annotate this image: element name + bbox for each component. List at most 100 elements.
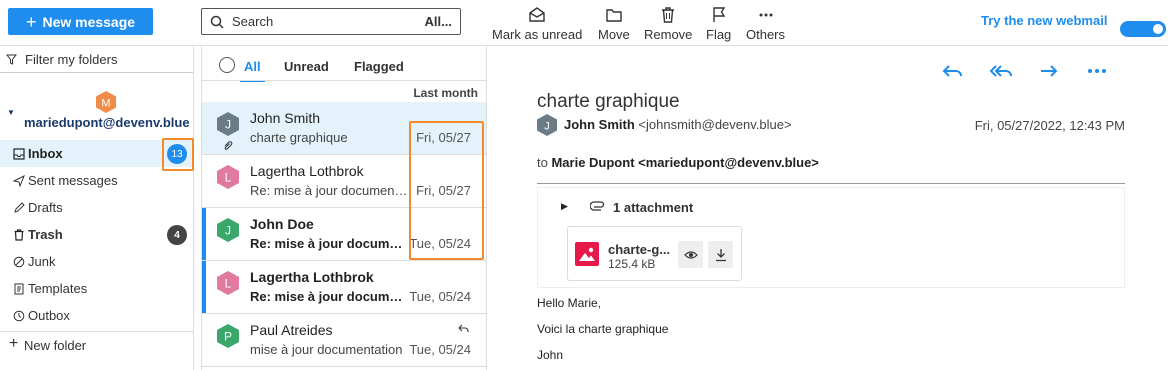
- to-prefix: to: [537, 155, 548, 170]
- new-message-button[interactable]: + New message: [8, 8, 153, 35]
- avatar: P: [217, 324, 239, 348]
- block-icon: [13, 256, 25, 268]
- group-label: Last month: [413, 86, 478, 100]
- caret-down-icon[interactable]: ▼: [7, 108, 15, 117]
- inbox-badge-highlight: [162, 138, 194, 171]
- flag-button[interactable]: Flag: [706, 6, 731, 42]
- dates-highlight: [409, 121, 484, 260]
- message-date: Tue, 05/24: [409, 342, 471, 357]
- search-scope-dropdown[interactable]: All...: [425, 14, 452, 29]
- new-webmail-toggle[interactable]: [1120, 21, 1166, 37]
- attachment-name: charte-g...: [608, 242, 671, 257]
- tab-unread[interactable]: Unread: [284, 59, 329, 74]
- move-label: Move: [598, 27, 630, 42]
- body-line: John: [537, 348, 564, 362]
- sender-line[interactable]: John Smith <johnsmith@devenv.blue>: [564, 117, 792, 132]
- pencil-icon: [14, 202, 25, 213]
- download-icon: [715, 248, 726, 261]
- message-row[interactable]: L Lagertha Lothbrok Re: mise à jour docu…: [202, 261, 486, 314]
- caret-right-icon[interactable]: ▶: [561, 201, 568, 212]
- filter-icon: [6, 54, 17, 65]
- search-placeholder: Search: [232, 14, 274, 29]
- folder-label: Drafts: [28, 200, 63, 215]
- more-horizontal-icon[interactable]: [1084, 61, 1110, 81]
- tab-all[interactable]: All: [240, 59, 265, 82]
- send-icon: [13, 175, 25, 187]
- paperclip-icon: [590, 201, 605, 211]
- message-row[interactable]: P Paul Atreides mise à jour documentatio…: [202, 314, 486, 367]
- try-new-webmail-link[interactable]: Try the new webmail: [981, 13, 1107, 28]
- search-input[interactable]: Search All...: [201, 8, 461, 35]
- sender-avatar: J: [537, 114, 557, 136]
- folder-outbox[interactable]: Outbox: [0, 302, 193, 329]
- download-attachment-button[interactable]: [708, 241, 733, 268]
- group-header: Last month: [202, 80, 486, 102]
- sender-initial: J: [544, 121, 550, 133]
- message-subject: Re: mise à jour documentation: [250, 183, 408, 198]
- reply-all-icon[interactable]: [988, 61, 1014, 81]
- folder-drafts[interactable]: Drafts: [0, 194, 193, 221]
- envelope-open-icon: [529, 7, 545, 22]
- reading-pane: charte graphique J John Smith <johnsmith…: [488, 46, 1168, 370]
- account-avatar: M: [96, 91, 116, 113]
- attachments-count[interactable]: 1 attachment: [613, 200, 693, 215]
- recipient[interactable]: Marie Dupont <mariedupont@devenv.blue>: [551, 155, 818, 170]
- attachments-panel: ▶ 1 attachment charte-g... 125.4 kB: [537, 187, 1125, 288]
- avatar: L: [217, 271, 239, 295]
- select-all-checkbox[interactable]: [219, 57, 235, 73]
- plus-icon: +: [9, 335, 19, 352]
- folder-label: Templates: [28, 281, 88, 296]
- account-email: mariedupont@devenv.blue: [24, 115, 190, 130]
- remove-label: Remove: [644, 27, 693, 42]
- remove-button[interactable]: Remove: [644, 6, 692, 42]
- preview-attachment-button[interactable]: [678, 241, 703, 268]
- body-line: Voici la charte graphique: [537, 322, 669, 336]
- reply-icon[interactable]: [940, 61, 966, 81]
- mark-unread-label: Mark as unread: [492, 27, 583, 42]
- avatar-initial: L: [225, 277, 232, 291]
- avatar-initial: J: [225, 224, 231, 238]
- plus-icon: +: [25, 11, 37, 32]
- list-filter-tabs: All Unread Flagged: [202, 46, 486, 82]
- attachment-size: 125.4 kB: [608, 257, 656, 271]
- folder-templates[interactable]: Templates: [0, 275, 193, 302]
- recipient-line: to Marie Dupont <mariedupont@devenv.blue…: [537, 155, 819, 170]
- filter-folders-input[interactable]: Filter my folders: [0, 46, 193, 73]
- more-horizontal-icon: [759, 13, 772, 17]
- message-sender: John Smith: [250, 110, 321, 126]
- flag-icon: [712, 7, 725, 22]
- folder-junk[interactable]: Junk: [0, 248, 193, 275]
- forward-icon[interactable]: [1036, 61, 1062, 81]
- message-datetime: Fri, 05/27/2022, 12:43 PM: [974, 118, 1125, 133]
- message-date: Tue, 05/24: [409, 289, 471, 304]
- others-button[interactable]: Others: [746, 6, 785, 42]
- search-icon: [210, 15, 224, 29]
- folder-sent[interactable]: Sent messages: [0, 167, 193, 194]
- account-header[interactable]: ▼ M mariedupont@devenv.blue: [0, 73, 193, 140]
- trash-count-badge: 4: [167, 225, 187, 245]
- move-button[interactable]: Move: [598, 6, 630, 42]
- new-folder-label: New folder: [24, 337, 87, 353]
- paperclip-icon: [224, 141, 233, 150]
- avatar: J: [217, 218, 239, 242]
- folder-trash[interactable]: Trash 4: [0, 221, 193, 248]
- trash-icon: [14, 229, 24, 241]
- replied-icon: [458, 324, 469, 332]
- avatar-initial: L: [225, 171, 232, 185]
- toggle-knob: [1153, 24, 1163, 34]
- tab-flagged[interactable]: Flagged: [354, 59, 404, 74]
- new-message-label: New message: [42, 13, 136, 30]
- message-subject: Re: mise à jour documentation: [250, 236, 408, 251]
- others-label: Others: [746, 27, 786, 42]
- header-divider: [537, 183, 1125, 184]
- message-subject: mise à jour documentation: [250, 342, 403, 357]
- avatar: J: [217, 112, 239, 136]
- mark-unread-button[interactable]: Mark as unread: [492, 6, 582, 42]
- message-sender: John Doe: [250, 216, 314, 232]
- message-sender: Lagertha Lothbrok: [250, 163, 364, 179]
- attachment-card[interactable]: charte-g... 125.4 kB: [567, 226, 742, 281]
- inbox-icon: [13, 148, 25, 160]
- new-folder-button[interactable]: + New folder: [0, 331, 193, 358]
- account-initial: M: [101, 98, 110, 110]
- avatar-initial: J: [225, 118, 231, 132]
